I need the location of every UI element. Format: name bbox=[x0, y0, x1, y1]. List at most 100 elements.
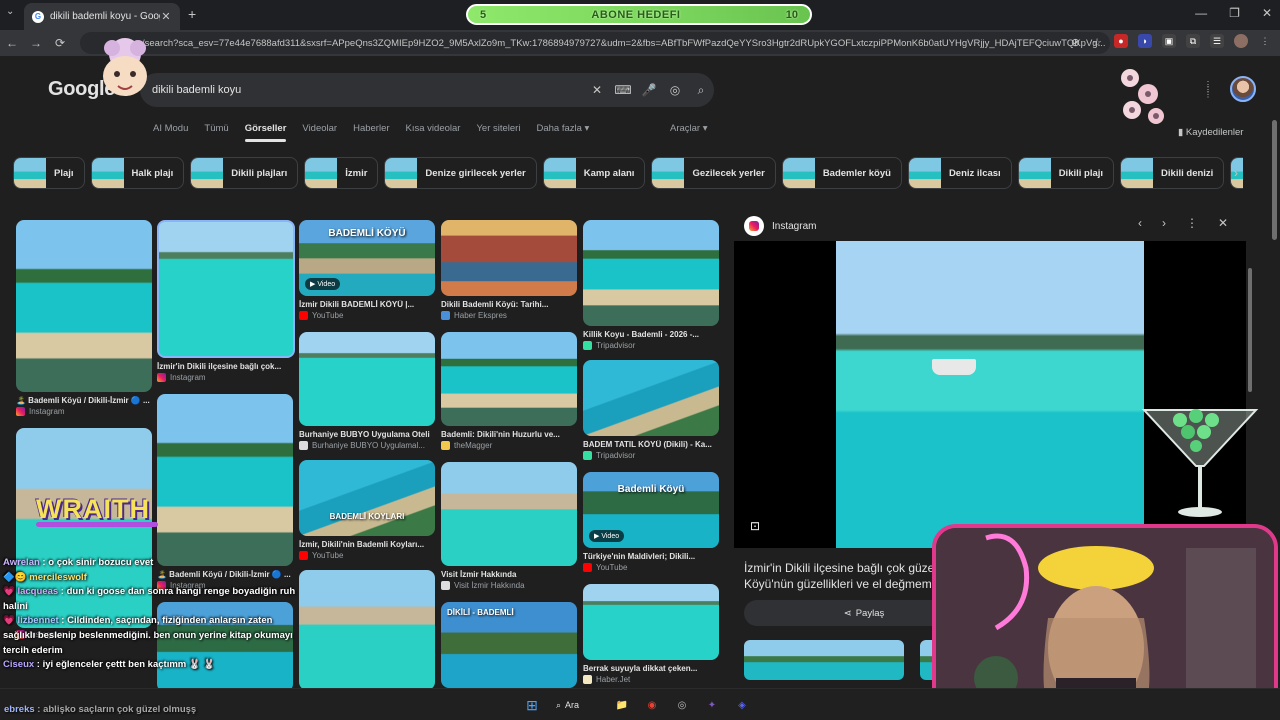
search-box[interactable]: dikili bademli koyu ✕ ⌨ 🎤 ◎ ⌕ bbox=[140, 73, 714, 107]
search-icon[interactable]: ⌕ bbox=[688, 83, 714, 98]
tab-news[interactable]: Haberler bbox=[353, 123, 389, 134]
microphone-icon[interactable]: 🎤 bbox=[636, 83, 662, 97]
chip[interactable]: Denize girilecek yerler bbox=[384, 157, 537, 189]
page-scrollbar[interactable] bbox=[1272, 120, 1277, 240]
preview-source[interactable]: Instagram bbox=[744, 216, 816, 236]
tripadvisor-icon bbox=[583, 451, 592, 460]
tab-short-videos[interactable]: Kısa videolar bbox=[406, 123, 461, 134]
reload-button[interactable]: ⟳ bbox=[48, 36, 72, 50]
chip[interactable]: Dikili denizi bbox=[1120, 157, 1225, 189]
address-bar[interactable]: /search?sca_esv=77e44e7688afd311&sxsrf=A… bbox=[80, 32, 1110, 54]
tab-all[interactable]: Tümü bbox=[204, 123, 228, 134]
image-result[interactable]: BADEMLİ KÖYÜ ▶ Video İzmir Dikili BADEML… bbox=[299, 220, 435, 320]
chip-label: Dikili plajları bbox=[231, 167, 288, 179]
new-tab-button[interactable]: + bbox=[188, 6, 196, 22]
panel-scrollbar[interactable] bbox=[1248, 268, 1252, 392]
tab-more[interactable]: Daha fazla ▾ bbox=[536, 123, 589, 134]
lens-search-icon[interactable]: ⊡ bbox=[750, 519, 760, 533]
tab-search-dropdown-icon[interactable]: ⌄ bbox=[6, 6, 14, 17]
extension-red-icon[interactable]: ● bbox=[1114, 34, 1128, 48]
clear-search-icon[interactable]: ✕ bbox=[584, 83, 610, 97]
file-explorer-icon[interactable]: 📁 bbox=[612, 695, 632, 715]
windows-start-icon[interactable]: ⊞ bbox=[522, 695, 542, 715]
image-result[interactable]: Bademli Köyü ▶ Video Türkiye'nin Maldivl… bbox=[583, 472, 719, 572]
bookmark-star-icon[interactable]: ☆ bbox=[1092, 36, 1102, 49]
chip[interactable]: Kamp alanı bbox=[542, 157, 646, 189]
extensions-puzzle-icon[interactable]: ⧉ bbox=[1186, 34, 1200, 48]
tab-ai-mode[interactable]: AI Modu bbox=[153, 123, 188, 134]
tools-button[interactable]: Araçlar ▾ bbox=[670, 123, 708, 134]
result-caption: BADEM TATIL KÖYÜ (Dikili) - Ka... bbox=[583, 440, 712, 449]
close-preview-icon[interactable]: ✕ bbox=[1218, 216, 1228, 230]
image-result[interactable] bbox=[299, 570, 435, 688]
image-result-selected[interactable]: İzmir'in Dikili ilçesine bağlı çok... In… bbox=[157, 220, 295, 382]
chip[interactable]: İzmir bbox=[304, 157, 379, 189]
image-result[interactable]: Bademli: Dikili'nin Huzurlu ve... theMag… bbox=[441, 332, 577, 450]
browser-tab-active[interactable]: G dikili bademli koyu - Google'da ✕ bbox=[24, 3, 180, 30]
result-source: Visit İzmir Hakkında bbox=[454, 581, 525, 590]
result-thumbnail bbox=[441, 462, 577, 566]
lens-icon[interactable]: ◎ bbox=[662, 83, 688, 97]
related-thumbnail[interactable] bbox=[744, 640, 904, 680]
tab-videos[interactable]: Videolar bbox=[302, 123, 337, 134]
minimize-button[interactable]: — bbox=[1195, 6, 1207, 20]
google-apps-icon[interactable]: ⋮⋮⋮ bbox=[1204, 81, 1218, 99]
obs-icon[interactable]: ◎ bbox=[672, 695, 692, 715]
extension-dark-icon[interactable]: ▣ bbox=[1162, 34, 1176, 48]
tab-images[interactable]: Görseller bbox=[244, 123, 286, 142]
image-result[interactable]: Killik Koyu - Bademli - 2026 -... Tripad… bbox=[583, 220, 719, 350]
close-window-button[interactable]: ✕ bbox=[1262, 6, 1272, 20]
image-result[interactable]: Dikili Bademli Köyü: Tarihi... Haber Eks… bbox=[441, 220, 577, 320]
chat-message: Ciseux : iyi eğlenceler çettt ben kaçtım… bbox=[3, 659, 216, 671]
account-avatar[interactable] bbox=[1230, 76, 1256, 102]
image-result[interactable]: BADEMLİ KOYLARI İzmir, Dikili'nin Bademl… bbox=[299, 460, 435, 560]
chip[interactable]: Halk plajı bbox=[90, 157, 185, 189]
chip[interactable]: Plajı bbox=[13, 157, 85, 189]
extension-blue-icon[interactable]: ◗ bbox=[1138, 34, 1152, 48]
tracking-blocked-icon[interactable]: ⊘ bbox=[1071, 36, 1080, 49]
instagram-icon bbox=[744, 216, 764, 236]
tab-places[interactable]: Yer siteleri bbox=[476, 123, 520, 134]
instagram-icon bbox=[16, 407, 25, 416]
image-result[interactable]: DİKİLİ - BADEMLİ bbox=[441, 602, 577, 688]
chat-message: ebreks : ablişko saçların çok güzel olmu… bbox=[4, 704, 197, 715]
preview-image[interactable] bbox=[836, 241, 1144, 548]
back-button[interactable]: ← bbox=[0, 36, 24, 50]
image-result[interactable]: Burhaniye BUBYO Uygulama Oteli Burhaniye… bbox=[299, 332, 435, 450]
chip[interactable]: Dikili plajları bbox=[190, 157, 299, 189]
forward-button[interactable]: → bbox=[24, 36, 48, 50]
side-panel-icon[interactable]: ☰ bbox=[1210, 34, 1224, 48]
app-icon[interactable]: ✦ bbox=[702, 695, 722, 715]
image-result[interactable]: 🏝️ Bademli Köyü / Dikili-İzmir 🔵 ... Ins… bbox=[16, 220, 152, 416]
chips-next-icon[interactable]: › bbox=[1234, 166, 1238, 180]
result-thumbnail bbox=[299, 332, 435, 426]
browser-menu-icon[interactable]: ⋮ bbox=[1258, 34, 1272, 48]
image-result[interactable]: Berrak suyuyla dikkat çeken... Haber.Jet bbox=[583, 584, 719, 684]
image-result[interactable]: Visit İzmir Hakkında Visit İzmir Hakkınd… bbox=[441, 462, 577, 590]
search-query[interactable]: dikili bademli koyu bbox=[152, 84, 584, 96]
next-icon[interactable]: › bbox=[1162, 216, 1166, 230]
image-result[interactable]: BADEM TATIL KÖYÜ (Dikili) - Ka... Tripad… bbox=[583, 360, 719, 460]
chip[interactable]: Bademler köyü bbox=[781, 157, 902, 189]
result-image-text: BADEMLİ KOYLARI bbox=[329, 512, 405, 521]
more-options-icon[interactable]: ⋮ bbox=[1186, 216, 1198, 230]
tab-close-icon[interactable]: ✕ bbox=[160, 10, 172, 23]
chip[interactable]: Deniz ilcası bbox=[907, 157, 1012, 189]
chip[interactable]: Gezilecek yerler bbox=[651, 157, 776, 189]
wraith-underline bbox=[36, 522, 158, 527]
keyboard-icon[interactable]: ⌨ bbox=[610, 83, 636, 97]
stream-chat: Awrelan : o çok sinir bozucu evet 🔷😊 mer… bbox=[3, 556, 303, 673]
maximize-button[interactable]: ❐ bbox=[1229, 6, 1240, 20]
search-icon: ⌕ bbox=[556, 699, 562, 710]
goal-label: ABONE HEDEFI bbox=[591, 8, 681, 21]
result-caption: İzmir, Dikili'nin Bademli Koyları... bbox=[299, 540, 425, 549]
profile-avatar-icon[interactable] bbox=[1234, 34, 1248, 48]
preview-title[interactable]: İzmir'in Dikili ilçesine bağlı çok güzel… bbox=[744, 560, 944, 592]
previous-icon[interactable]: ‹ bbox=[1138, 216, 1142, 230]
taskbar-search[interactable]: ⌕ Ara bbox=[552, 695, 602, 715]
discord-icon[interactable]: ◈ bbox=[732, 695, 752, 715]
result-source: Instagram bbox=[170, 373, 206, 382]
chip[interactable]: Dikili plajı bbox=[1017, 157, 1115, 189]
chrome-icon[interactable]: ◉ bbox=[642, 695, 662, 715]
saved-link[interactable]: ▮ Kaydedilenler bbox=[1178, 127, 1243, 138]
